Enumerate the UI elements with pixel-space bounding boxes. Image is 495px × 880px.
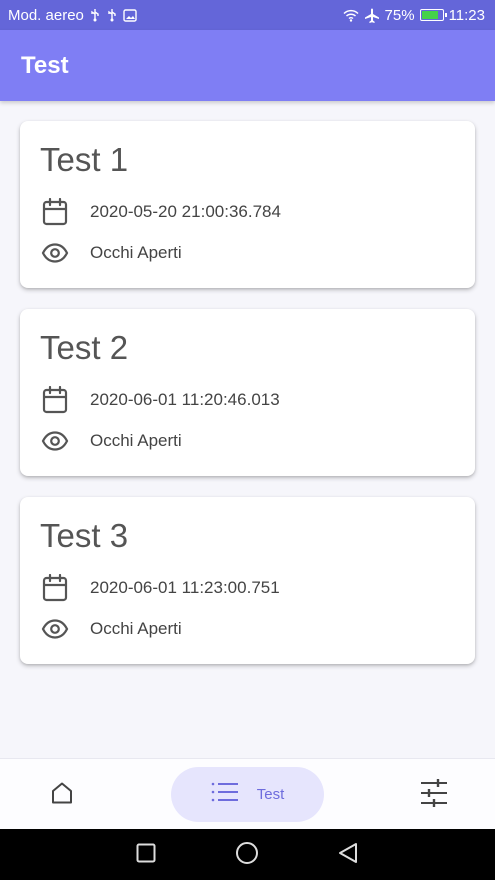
- test-card[interactable]: Test 2 2020-06-01 11:20:46.013 Occhi Ape…: [20, 309, 475, 476]
- eye-icon: [40, 238, 70, 268]
- list-icon: [211, 782, 239, 807]
- square-icon: [136, 843, 156, 868]
- test-date: 2020-06-01 11:20:46.013: [90, 390, 280, 409]
- page-title: Test: [21, 51, 69, 79]
- test-title: Test 2: [40, 329, 129, 366]
- nav-test-button[interactable]: Test: [171, 767, 324, 822]
- test-mode: Occhi Aperti: [90, 619, 182, 638]
- calendar-icon: [40, 385, 70, 415]
- test-title: Test 3: [40, 517, 129, 554]
- calendar-icon: [40, 573, 70, 603]
- mode-row: Occhi Aperti: [40, 614, 182, 644]
- date-row: 2020-05-20 21:00:36.784: [40, 197, 281, 227]
- clock: 11:23: [448, 6, 485, 24]
- eye-icon: [40, 426, 70, 456]
- calendar-icon: [40, 197, 70, 227]
- test-title: Test 1: [40, 141, 129, 178]
- battery-icon: [419, 9, 447, 21]
- triangle-back-icon: [337, 842, 359, 869]
- test-date: 2020-05-20 21:00:36.784: [90, 202, 281, 221]
- test-date: 2020-06-01 11:23:00.751: [90, 578, 280, 597]
- nav-test-label: Test: [256, 786, 285, 803]
- nav-settings-button[interactable]: [412, 777, 456, 813]
- airplane-icon: [364, 8, 380, 23]
- image-icon: [123, 8, 137, 22]
- back-button[interactable]: [335, 842, 361, 868]
- eye-icon: [40, 614, 70, 644]
- date-row: 2020-06-01 11:23:00.751: [40, 573, 280, 603]
- sliders-icon: [420, 778, 448, 813]
- test-card[interactable]: Test 3 2020-06-01 11:23:00.751 Occhi Ape…: [20, 497, 475, 664]
- app-bar: Test: [0, 30, 495, 101]
- status-bar: Mod. aereo 75% 11:23: [0, 0, 495, 30]
- battery-percentage: 75%: [384, 6, 415, 24]
- test-mode: Occhi Aperti: [90, 243, 182, 262]
- circle-icon: [235, 841, 259, 870]
- test-card[interactable]: Test 1 2020-05-20 21:00:36.784 Occhi Ape…: [20, 121, 475, 288]
- nav-home-button[interactable]: [40, 779, 84, 811]
- home-system-button[interactable]: [234, 841, 260, 870]
- date-row: 2020-06-01 11:20:46.013: [40, 385, 280, 415]
- home-icon: [50, 781, 74, 810]
- system-navigation-bar: [0, 829, 495, 880]
- recents-button[interactable]: [133, 842, 159, 868]
- carrier-label: Mod. aereo: [8, 6, 84, 24]
- mode-row: Occhi Aperti: [40, 238, 182, 268]
- bottom-navigation: Test: [0, 758, 495, 829]
- usb-icon: [106, 8, 118, 22]
- wifi-icon: [343, 9, 359, 22]
- usb-icon: [89, 8, 101, 22]
- test-mode: Occhi Aperti: [90, 431, 182, 450]
- mode-row: Occhi Aperti: [40, 426, 182, 456]
